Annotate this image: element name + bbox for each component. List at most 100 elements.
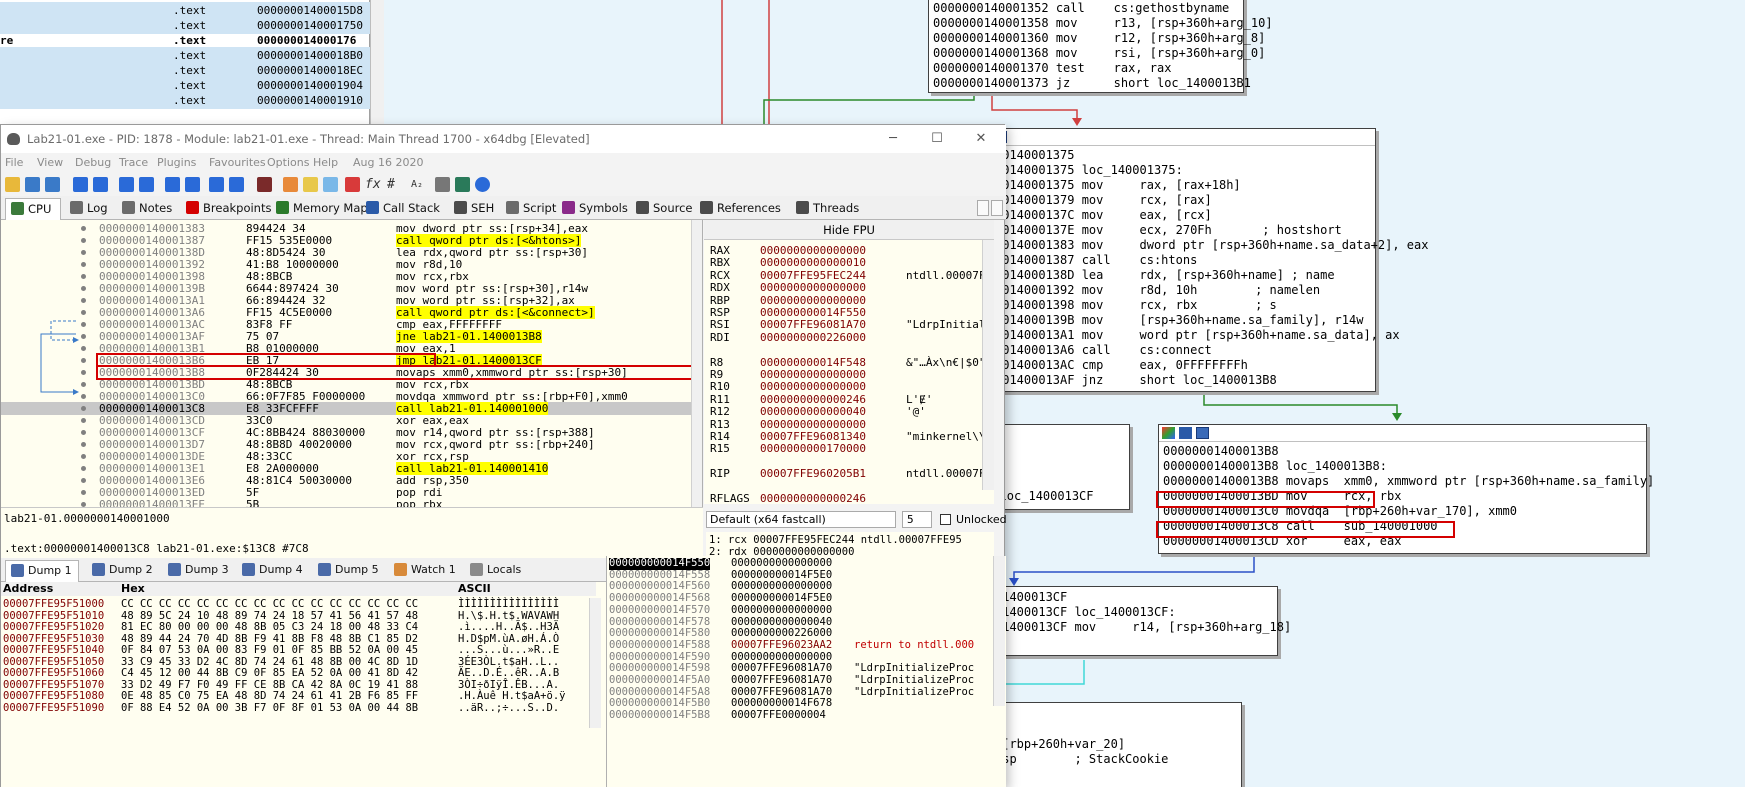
graph-node-epilogue[interactable]: : [rbp+260h+var_20]rsp ; StackCookie (990, 702, 1242, 787)
segment-row[interactable]: .text 0000000140001910 (0, 92, 370, 109)
tab-call-stack[interactable]: Call Stack (361, 198, 447, 220)
breakpoint-dot[interactable] (81, 238, 86, 243)
breakpoint-dot[interactable] (81, 478, 86, 483)
breakpoint-dot[interactable] (81, 394, 86, 399)
dump-tab-locals[interactable]: Locals (465, 560, 539, 582)
tab-log[interactable]: Log (65, 198, 115, 220)
tab-source[interactable]: Source (631, 198, 693, 220)
close-button[interactable]: ✕ (959, 125, 1003, 153)
breakpoint-dot[interactable] (81, 286, 86, 291)
tab-references[interactable]: References (695, 198, 789, 220)
tab-script[interactable]: Script (501, 198, 556, 220)
tab-threads[interactable]: Threads (791, 198, 875, 220)
calling-convention-select[interactable]: Default (x64 fastcall) (706, 511, 896, 528)
dump-tab-dump-3[interactable]: Dump 3 (163, 560, 237, 582)
dump-tab-dump-4[interactable]: Dump 4 (237, 560, 311, 582)
dump-tab-dump-5[interactable]: Dump 5 (313, 560, 387, 582)
graph-node-loc-140001375[interactable]: 00140001375 00140001375 loc_140001375: 001… (990, 128, 1428, 392)
execute-till-return-icon[interactable] (209, 177, 224, 192)
breakpoint-dot[interactable] (81, 298, 86, 303)
menu-options[interactable]: Options (267, 153, 309, 173)
regs-vscrollbar[interactable] (982, 240, 994, 490)
breakpoint-dot[interactable] (81, 406, 86, 411)
breakpoint-dot[interactable] (81, 346, 86, 351)
run-to-user-code-icon[interactable] (229, 177, 244, 192)
menu-file[interactable]: File (5, 153, 23, 173)
menu-help[interactable]: Help (313, 153, 338, 173)
tab-scroll-left[interactable] (977, 200, 989, 216)
trace-over-icon[interactable] (185, 177, 200, 192)
argument-row[interactable]: 1: rcx 00007FFE95FEC244 ntdll.00007FFE95 (709, 534, 989, 546)
breakpoint-dot[interactable] (81, 418, 86, 423)
dump-tab-dump-2[interactable]: Dump 2 (87, 560, 161, 582)
node-graph-icon[interactable] (1196, 427, 1209, 439)
dump-vscrollbar[interactable] (589, 598, 601, 728)
function-icon[interactable]: fx (365, 177, 381, 192)
breakpoint-dot[interactable] (81, 466, 86, 471)
dump-tab-watch-1[interactable]: Watch 1 (389, 560, 463, 582)
breakpoint-dot[interactable] (81, 322, 86, 327)
disasm-vscrollbar[interactable] (691, 220, 702, 511)
window-title-bar[interactable]: Lab21-01.exe - PID: 1878 - Module: lab21… (1, 125, 1006, 153)
node-color-icon[interactable] (1162, 427, 1175, 439)
breakpoint-dot[interactable] (81, 358, 86, 363)
breakpoint-dot[interactable] (81, 454, 86, 459)
graph-node-loc-1400013cf[interactable]: 01400013CF 01400013CF loc_1400013CF: 01400… (990, 586, 1291, 656)
open-icon[interactable] (5, 177, 20, 192)
tab-cpu[interactable]: CPU (5, 198, 61, 220)
breakpoint-dot[interactable] (81, 334, 86, 339)
close-debuggee-icon[interactable] (45, 177, 60, 192)
breakpoint-dot[interactable] (81, 226, 86, 231)
x64dbg-window[interactable]: Lab21-01.exe - PID: 1878 - Module: lab21… (0, 124, 1007, 787)
run-icon[interactable] (73, 177, 88, 192)
menu-view[interactable]: View (37, 153, 63, 173)
log-file-icon[interactable] (455, 177, 470, 192)
breakpoint-dot[interactable] (81, 262, 86, 267)
step-over-icon[interactable] (139, 177, 154, 192)
font-icon[interactable]: A₂ (411, 177, 426, 192)
dump-tab-dump-1[interactable]: Dump 1 (5, 560, 79, 582)
breakpoint-dot[interactable] (81, 430, 86, 435)
comment-icon[interactable] (303, 177, 318, 192)
pause-icon[interactable] (93, 177, 108, 192)
menu-trace[interactable]: Trace (119, 153, 148, 173)
arg-count-spinbox[interactable]: 5 (902, 511, 932, 528)
node-edit-icon[interactable] (1179, 427, 1192, 439)
breakpoint-dot[interactable] (81, 382, 86, 387)
scylla-icon[interactable] (257, 177, 272, 192)
hide-fpu-button[interactable]: Hide FPU (704, 220, 994, 240)
tab-scroll-right[interactable] (991, 200, 1003, 216)
tab-memory-map[interactable]: Memory Map (271, 198, 368, 220)
step-into-icon[interactable] (119, 177, 134, 192)
tab-notes[interactable]: Notes (117, 198, 179, 220)
graph-node-gethostbyname[interactable]: 0000000140001352 call cs:gethostbyname 00… (928, 0, 1273, 93)
stack-vscrollbar[interactable] (993, 556, 1005, 706)
tab-breakpoints[interactable]: Breakpoints (181, 198, 271, 220)
breakpoint-dot[interactable] (81, 274, 86, 279)
calculator-icon[interactable] (435, 177, 450, 192)
patch-icon[interactable] (283, 177, 298, 192)
bookmark-icon[interactable] (345, 177, 360, 192)
globe-icon[interactable] (475, 177, 490, 192)
ida-list-scrollbar[interactable] (370, 0, 384, 124)
breakpoint-dot[interactable] (81, 490, 86, 495)
breakpoint-dot[interactable] (81, 310, 86, 315)
unlocked-checkbox[interactable] (940, 514, 951, 525)
tab-seh[interactable]: SEH (449, 198, 499, 220)
label-icon[interactable] (323, 177, 338, 192)
breakpoint-dot[interactable] (81, 250, 86, 255)
tab-symbols[interactable]: Symbols (557, 198, 629, 220)
menu-debug[interactable]: Debug (75, 153, 111, 173)
hex-dump-view[interactable]: Address Hex ASCII 00007FFE95F51000 CC CC CC … (1, 582, 606, 787)
disassembly-view[interactable]: 0000000140001383 894424 34 mov dword ptr s… (1, 220, 703, 511)
hash-icon[interactable]: # (387, 177, 402, 192)
minimize-button[interactable]: ─ (871, 125, 915, 153)
restart-icon[interactable] (25, 177, 40, 192)
maximize-button[interactable]: ☐ (915, 125, 959, 153)
stack-view[interactable]: 000000000014F550 0000000000000000 00000000… (606, 556, 1006, 787)
breakpoint-dot[interactable] (81, 370, 86, 375)
breakpoint-dot[interactable] (81, 442, 86, 447)
trace-into-icon[interactable] (165, 177, 180, 192)
registers-panel[interactable]: Hide FPU RAX 0000000000000000 RBX 000000000… (704, 220, 994, 541)
menu-favourites[interactable]: Favourites (209, 153, 266, 173)
